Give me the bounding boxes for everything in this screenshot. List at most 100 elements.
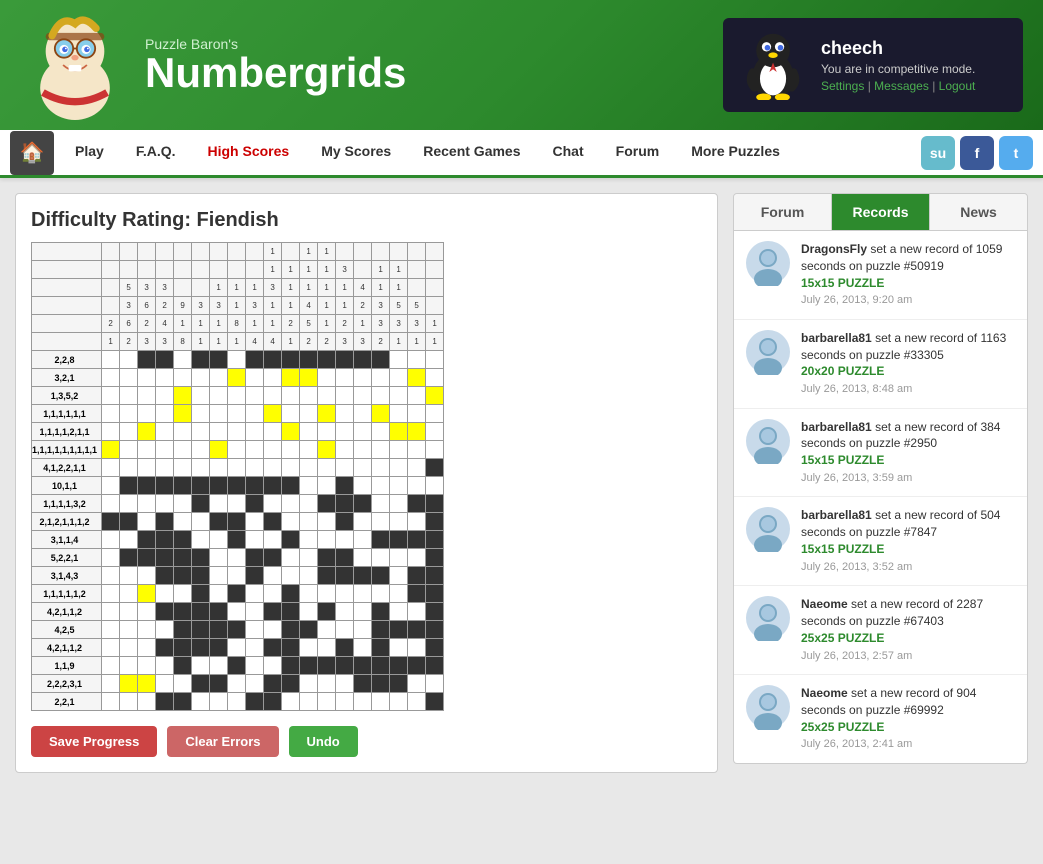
- grid-cell[interactable]: [174, 693, 192, 711]
- grid-cell[interactable]: [102, 513, 120, 531]
- grid-cell[interactable]: [246, 657, 264, 675]
- grid-cell[interactable]: [138, 585, 156, 603]
- grid-cell[interactable]: [102, 603, 120, 621]
- grid-cell[interactable]: [246, 369, 264, 387]
- grid-cell[interactable]: [210, 405, 228, 423]
- grid-cell[interactable]: [300, 459, 318, 477]
- grid-cell[interactable]: [354, 531, 372, 549]
- grid-cell[interactable]: [174, 675, 192, 693]
- grid-cell[interactable]: [210, 423, 228, 441]
- grid-cell[interactable]: [372, 405, 390, 423]
- clear-button[interactable]: Clear Errors: [167, 726, 278, 757]
- grid-cell[interactable]: [408, 675, 426, 693]
- grid-cell[interactable]: [210, 459, 228, 477]
- grid-cell[interactable]: [426, 675, 444, 693]
- grid-cell[interactable]: [156, 531, 174, 549]
- grid-cell[interactable]: [210, 603, 228, 621]
- grid-cell[interactable]: [318, 459, 336, 477]
- grid-cell[interactable]: [282, 477, 300, 495]
- grid-cell[interactable]: [102, 405, 120, 423]
- grid-cell[interactable]: [372, 675, 390, 693]
- grid-cell[interactable]: [372, 477, 390, 495]
- grid-cell[interactable]: [246, 387, 264, 405]
- grid-cell[interactable]: [408, 387, 426, 405]
- grid-cell[interactable]: [318, 387, 336, 405]
- grid-cell[interactable]: [210, 549, 228, 567]
- grid-cell[interactable]: [138, 441, 156, 459]
- grid-cell[interactable]: [120, 405, 138, 423]
- grid-cell[interactable]: [210, 369, 228, 387]
- grid-cell[interactable]: [264, 495, 282, 513]
- twitter-button[interactable]: t: [999, 136, 1033, 170]
- grid-cell[interactable]: [138, 621, 156, 639]
- grid-cell[interactable]: [318, 585, 336, 603]
- grid-cell[interactable]: [174, 657, 192, 675]
- grid-cell[interactable]: [426, 387, 444, 405]
- grid-cell[interactable]: [174, 531, 192, 549]
- grid-cell[interactable]: [426, 351, 444, 369]
- grid-cell[interactable]: [300, 513, 318, 531]
- grid-cell[interactable]: [300, 351, 318, 369]
- grid-cell[interactable]: [174, 477, 192, 495]
- grid-cell[interactable]: [120, 585, 138, 603]
- grid-cell[interactable]: [156, 603, 174, 621]
- grid-cell[interactable]: [228, 549, 246, 567]
- grid-cell[interactable]: [336, 405, 354, 423]
- grid-cell[interactable]: [174, 441, 192, 459]
- grid-cell[interactable]: [228, 675, 246, 693]
- grid-cell[interactable]: [408, 441, 426, 459]
- grid-cell[interactable]: [300, 621, 318, 639]
- grid-cell[interactable]: [192, 405, 210, 423]
- grid-cell[interactable]: [390, 621, 408, 639]
- grid-cell[interactable]: [228, 387, 246, 405]
- grid-cell[interactable]: [300, 531, 318, 549]
- grid-cell[interactable]: [138, 675, 156, 693]
- grid-cell[interactable]: [264, 423, 282, 441]
- grid-cell[interactable]: [210, 387, 228, 405]
- grid-cell[interactable]: [192, 675, 210, 693]
- grid-cell[interactable]: [174, 459, 192, 477]
- grid-cell[interactable]: [408, 513, 426, 531]
- grid-cell[interactable]: [354, 441, 372, 459]
- grid-cell[interactable]: [336, 495, 354, 513]
- grid-cell[interactable]: [192, 621, 210, 639]
- grid-cell[interactable]: [372, 351, 390, 369]
- grid-cell[interactable]: [210, 477, 228, 495]
- grid-cell[interactable]: [228, 423, 246, 441]
- grid-cell[interactable]: [120, 675, 138, 693]
- grid-cell[interactable]: [246, 621, 264, 639]
- grid-cell[interactable]: [354, 387, 372, 405]
- grid-cell[interactable]: [174, 405, 192, 423]
- grid-cell[interactable]: [390, 603, 408, 621]
- grid-cell[interactable]: [246, 495, 264, 513]
- grid-cell[interactable]: [138, 639, 156, 657]
- grid-cell[interactable]: [300, 585, 318, 603]
- grid-cell[interactable]: [228, 621, 246, 639]
- grid-cell[interactable]: [102, 657, 120, 675]
- grid-cell[interactable]: [372, 513, 390, 531]
- grid-cell[interactable]: [282, 459, 300, 477]
- grid-cell[interactable]: [372, 441, 390, 459]
- grid-cell[interactable]: [156, 675, 174, 693]
- grid-cell[interactable]: [354, 423, 372, 441]
- grid-cell[interactable]: [210, 657, 228, 675]
- grid-cell[interactable]: [354, 657, 372, 675]
- grid-cell[interactable]: [174, 603, 192, 621]
- grid-cell[interactable]: [120, 603, 138, 621]
- grid-cell[interactable]: [210, 495, 228, 513]
- grid-cell[interactable]: [228, 531, 246, 549]
- grid-cell[interactable]: [282, 603, 300, 621]
- grid-cell[interactable]: [102, 423, 120, 441]
- nav-recentgames[interactable]: Recent Games: [407, 130, 536, 175]
- grid-cell[interactable]: [426, 369, 444, 387]
- grid-cell[interactable]: [336, 369, 354, 387]
- grid-cell[interactable]: [354, 693, 372, 711]
- grid-cell[interactable]: [246, 441, 264, 459]
- grid-cell[interactable]: [318, 603, 336, 621]
- grid-cell[interactable]: [102, 495, 120, 513]
- grid-cell[interactable]: [156, 513, 174, 531]
- grid-cell[interactable]: [390, 567, 408, 585]
- grid-cell[interactable]: [354, 369, 372, 387]
- grid-cell[interactable]: [354, 603, 372, 621]
- grid-cell[interactable]: [408, 459, 426, 477]
